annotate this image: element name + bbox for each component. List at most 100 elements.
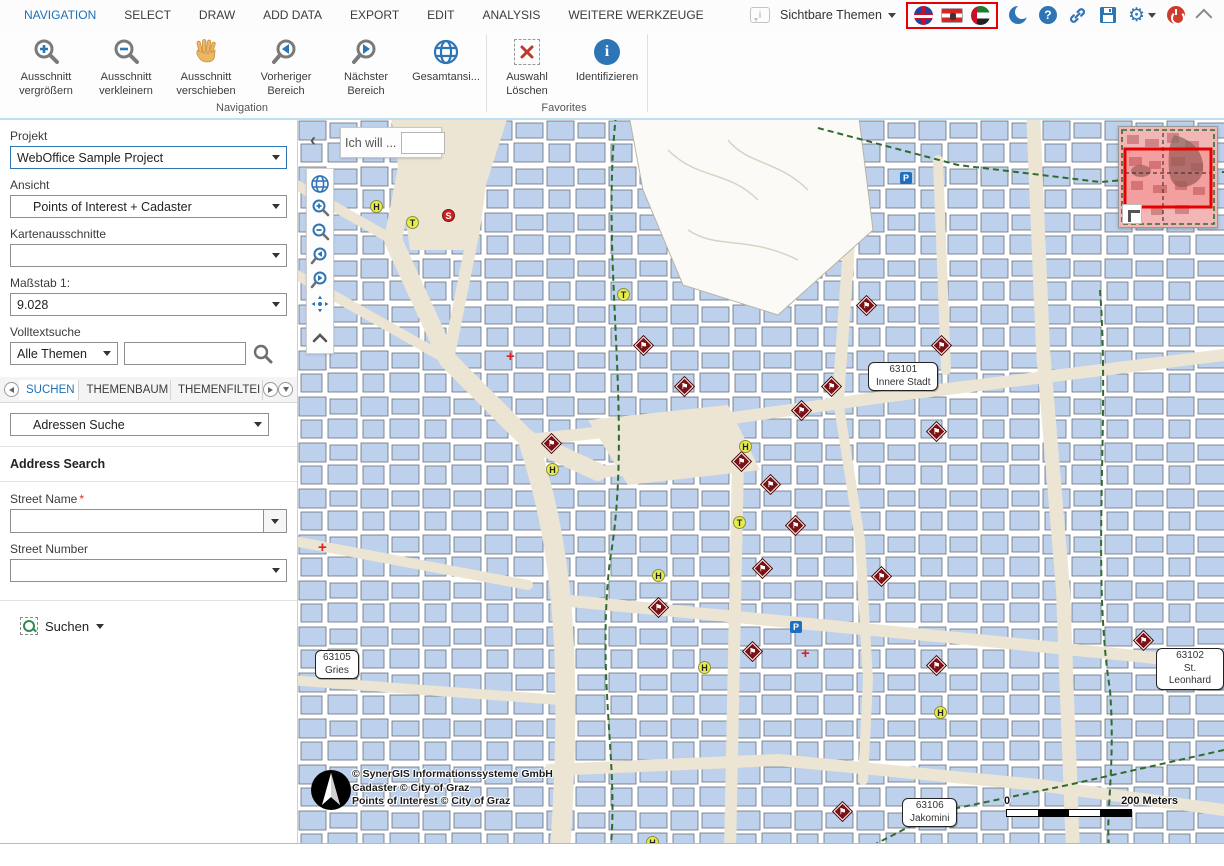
collapse-sidebar-button[interactable]: ‹ — [310, 130, 328, 152]
chevron-down-icon — [283, 387, 289, 392]
fulltext-scope-select[interactable]: Alle Themen — [10, 342, 118, 365]
chevron-down-icon — [103, 351, 111, 356]
chevron-down-icon — [272, 302, 280, 307]
chevron-left-icon — [9, 387, 14, 393]
menu-select[interactable]: SELECT — [110, 1, 185, 29]
map-full-extent-button[interactable] — [308, 172, 332, 196]
scale-end-label: 200 Meters — [1121, 795, 1178, 807]
flag-german-icon[interactable] — [941, 8, 963, 23]
visible-themes-label: Sichtbare Themen — [780, 8, 882, 22]
search-select-icon — [20, 617, 38, 635]
district-label: 63106Jakomini — [902, 798, 957, 827]
kartenausschnitte-select[interactable] — [10, 244, 287, 267]
street-name-label: Street Name* — [10, 492, 287, 506]
save-button[interactable] — [1098, 5, 1118, 25]
street-name-input[interactable] — [10, 509, 263, 533]
zoom-out-icon — [110, 36, 142, 68]
tab-scroll-left-button[interactable] — [4, 382, 19, 397]
fulltext-search-row: Alle Themen — [10, 342, 287, 365]
menu-analysis[interactable]: ANALYSIS — [469, 1, 555, 29]
ansicht-select[interactable]: Points of Interest + Cadaster — [10, 195, 287, 218]
menu-weitere-werkzeuge[interactable]: WEITERE WERKZEUGE — [554, 1, 717, 29]
map-previous-extent-button[interactable] — [308, 244, 332, 268]
previous-extent-tool[interactable]: VorherigerBereich — [246, 30, 326, 99]
scale-bar: 0 200 Meters — [1006, 795, 1132, 817]
logout-button[interactable] — [1166, 5, 1186, 25]
overview-toggle-button[interactable] — [1122, 204, 1142, 224]
pan-tool[interactable]: Ausschnittverschieben — [166, 30, 246, 99]
flag-english-icon[interactable] — [914, 6, 933, 25]
search-type-select[interactable]: Adressen Suche — [10, 413, 269, 436]
map-locate-button[interactable] — [308, 292, 332, 316]
district-label: 63101Innere Stadt — [868, 362, 938, 391]
ribbon-group-labels: Navigation Favorites — [0, 102, 1224, 118]
group-navigation-label: Navigation — [0, 102, 484, 118]
street-number-select[interactable] — [10, 559, 287, 582]
link-icon — [1068, 6, 1087, 25]
map-toolbar-collapse-button[interactable] — [308, 326, 332, 350]
menu-add-data[interactable]: ADD DATA — [249, 1, 336, 29]
ansicht-label: Ansicht — [10, 178, 287, 192]
ich-will-label: Ich will ... — [345, 136, 396, 150]
map-copyright: © SynerGIS Informationssysteme GmbH Cada… — [352, 768, 553, 809]
tab-suchen[interactable]: SUCHEN — [19, 380, 79, 400]
crescent-icon — [1009, 6, 1027, 24]
north-arrow — [310, 769, 352, 811]
zoom-in-icon — [30, 36, 62, 68]
clear-selection-icon — [511, 36, 543, 68]
language-switcher — [906, 2, 998, 29]
suchen-button[interactable]: Suchen — [14, 613, 110, 639]
map-zoom-out-button[interactable] — [308, 220, 332, 244]
map-zoom-in-button[interactable] — [308, 196, 332, 220]
chevron-down-icon — [272, 568, 280, 573]
previous-extent-icon — [270, 36, 302, 68]
street-name-combo — [10, 509, 287, 533]
flag-arabic-icon[interactable] — [971, 6, 990, 25]
tab-themenbaum[interactable]: THEMENBAUM — [79, 380, 171, 400]
gear-icon: ⚙ — [1128, 6, 1145, 25]
menu-navigation[interactable]: NAVIGATION — [10, 1, 110, 29]
status-strip — [0, 843, 1224, 866]
street-name-dropdown-button[interactable] — [263, 509, 287, 533]
zoom-out-tool[interactable]: Ausschnittverkleinern — [86, 30, 166, 99]
scale-bar-graphic — [1006, 809, 1132, 817]
chevron-down-icon — [272, 204, 280, 209]
overview-map[interactable] — [1118, 126, 1218, 228]
collapse-ribbon-button[interactable] — [1196, 5, 1216, 25]
ich-will-widget: Ich will ... — [340, 127, 442, 158]
chevron-down-icon — [254, 422, 262, 427]
projekt-select[interactable]: WebOffice Sample Project — [10, 146, 287, 169]
save-icon — [1099, 6, 1117, 24]
share-link-button[interactable] — [1068, 5, 1088, 25]
next-extent-icon — [350, 36, 382, 68]
identify-info-icon: i — [591, 36, 623, 68]
map-viewport[interactable]: ⚑⚑⚑⚑⚑⚑⚑⚑⚑⚑⚑⚑⚑⚑⚑⚑⚑⚑HTTHHTHHHHSPP+++ 63101… — [298, 120, 1224, 843]
refresh-button[interactable] — [1008, 5, 1028, 25]
chevron-down-icon — [888, 13, 896, 18]
map-next-extent-button[interactable] — [308, 268, 332, 292]
clear-selection-tool[interactable]: AuswahlLöschen — [487, 30, 567, 99]
settings-button[interactable]: ⚙ — [1128, 6, 1156, 25]
full-extent-tool[interactable]: Gesamtansi... — [406, 30, 486, 85]
chevron-down-icon — [272, 155, 280, 160]
tab-themenfilter[interactable]: THEMENFILTEI — [171, 380, 263, 400]
search-icon[interactable] — [252, 343, 274, 365]
tab-menu-button[interactable] — [278, 382, 293, 397]
volltextsuche-label: Volltextsuche — [10, 325, 287, 339]
tab-scroll-right-button[interactable] — [263, 382, 278, 397]
massstab-select[interactable]: 9.028 — [10, 293, 287, 316]
ribbon-separator — [647, 34, 648, 112]
massstab-label: Maßstab 1: — [10, 276, 287, 290]
menu-export[interactable]: EXPORT — [336, 1, 413, 29]
menu-draw[interactable]: DRAW — [185, 1, 249, 29]
district-label: 63102St. Leonhard — [1156, 648, 1224, 690]
scale-start-label: 0 — [1004, 795, 1010, 807]
menu-edit[interactable]: EDIT — [413, 1, 468, 29]
next-extent-tool[interactable]: NächsterBereich — [326, 30, 406, 99]
help-button[interactable]: ? — [1038, 5, 1058, 25]
ich-will-input[interactable] — [401, 132, 445, 154]
zoom-in-tool[interactable]: Ausschnittvergrößern — [6, 30, 86, 99]
fulltext-search-input[interactable] — [124, 342, 246, 365]
visible-themes-dropdown[interactable]: Sichtbare Themen — [780, 8, 896, 22]
identify-tool[interactable]: i Identifizieren — [567, 30, 647, 85]
